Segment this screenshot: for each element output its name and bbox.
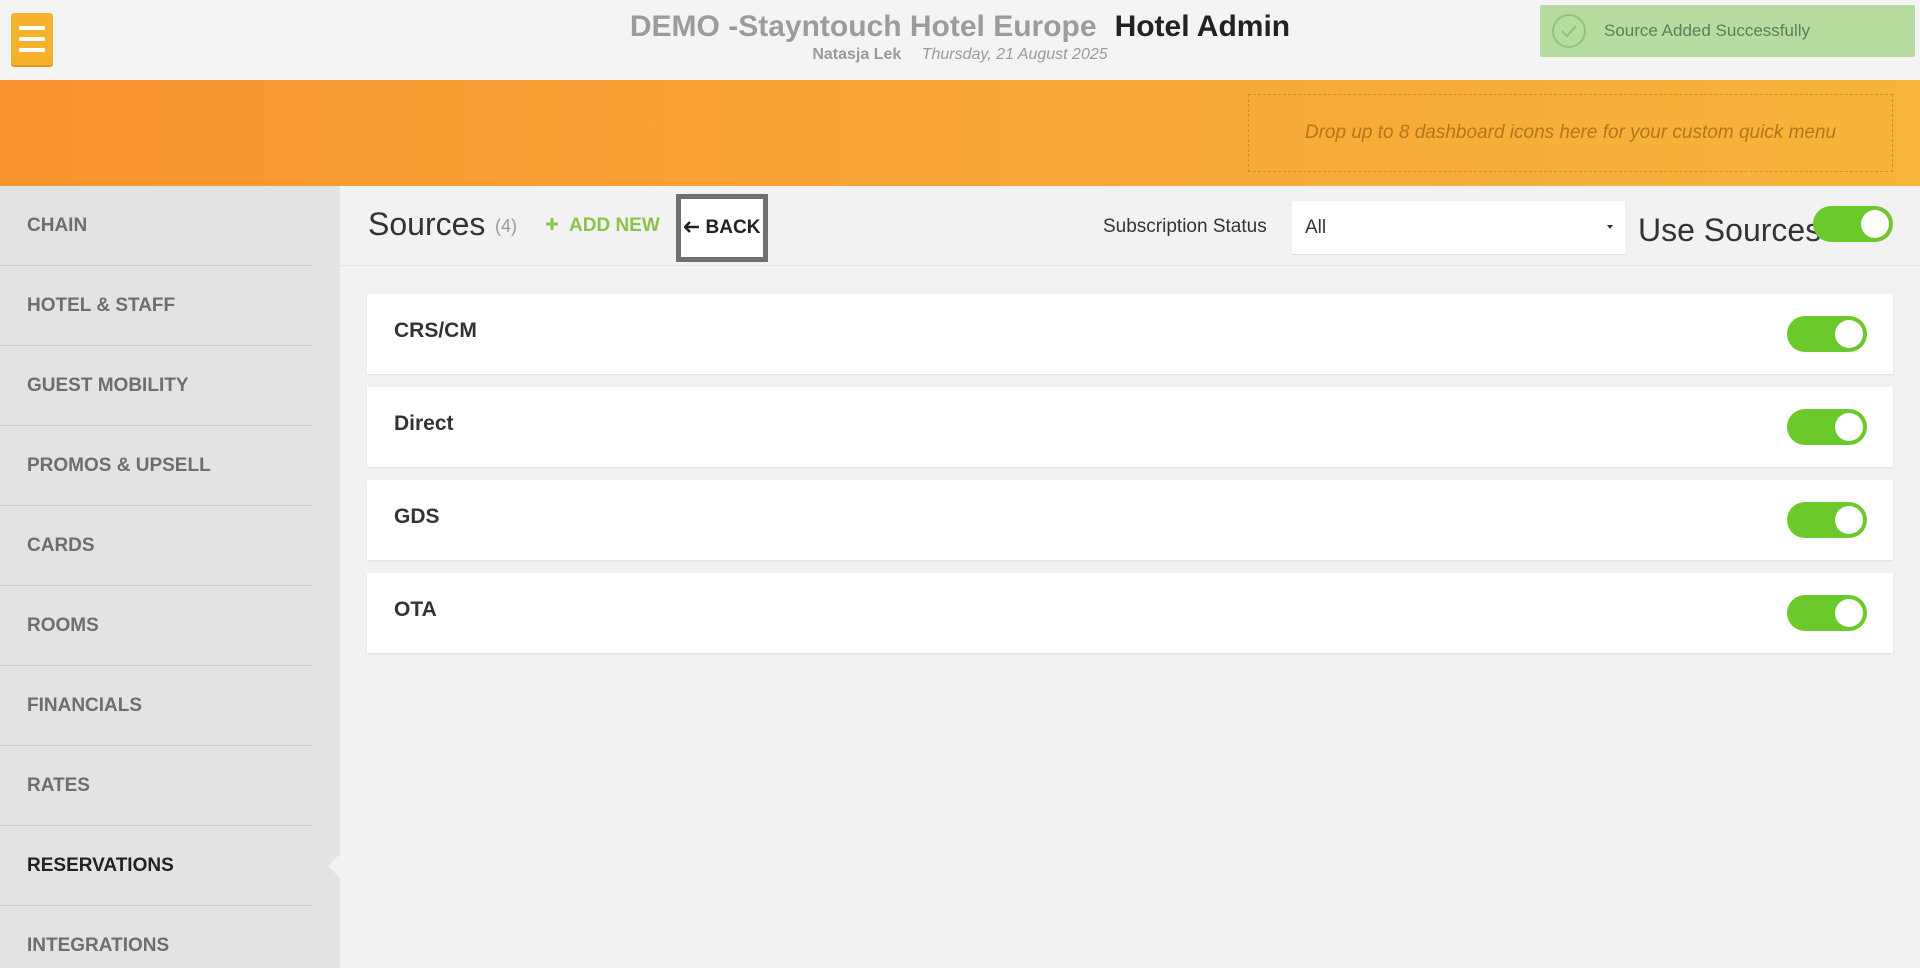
caret-down-icon [1607,225,1613,229]
back-button[interactable]: BACK [676,194,768,262]
sidebar-item-rates[interactable]: RATES [0,746,312,826]
sidebar-item-reservations[interactable]: RESERVATIONS [0,826,312,906]
sidebar-item-rooms[interactable]: ROOMS [0,586,312,666]
subscription-status-select[interactable]: All [1292,201,1625,255]
toggle-knob [1835,320,1863,348]
source-row[interactable]: CRS/CM [367,294,1893,374]
admin-sidebar: CHAIN HOTEL & STAFF GUEST MOBILITY PROMO… [0,186,340,968]
source-toggle[interactable] [1787,316,1867,352]
sources-toolbar: Sources (4) ADD NEW BACK Subscription St… [340,186,1920,266]
sidebar-item-promos-upsell[interactable]: PROMOS & UPSELL [0,426,312,506]
success-toast: Source Added Successfully [1540,5,1915,57]
source-toggle[interactable] [1787,595,1867,631]
toggle-knob [1835,413,1863,441]
toggle-knob [1835,599,1863,627]
toggle-knob [1835,506,1863,534]
arrow-left-icon [682,217,700,239]
sidebar-item-integrations[interactable]: INTEGRATIONS [0,906,312,968]
top-header: DEMO -Stayntouch Hotel Europe Hotel Admin… [0,0,1920,80]
plus-icon [545,215,559,237]
source-name: OTA [394,598,437,621]
use-sources-toggle[interactable] [1813,206,1893,242]
main-content: Sources (4) ADD NEW BACK Subscription St… [340,186,1920,968]
add-new-label: ADD NEW [569,215,660,236]
sidebar-item-chain[interactable]: CHAIN [0,186,312,266]
user-name: Natasja Lek [812,46,902,63]
sidebar-item-guest-mobility[interactable]: GUEST MOBILITY [0,346,312,426]
business-date: Thursday, 21 August 2025 [921,46,1108,63]
page-title: Sources [368,206,486,242]
quick-menu-dropzone[interactable]: Drop up to 8 dashboard icons here for yo… [1248,94,1893,172]
hotel-name: DEMO -Stayntouch Hotel Europe [629,10,1097,43]
add-new-button[interactable]: ADD NEW [545,215,660,237]
toast-message: Source Added Successfully [1604,21,1811,40]
checkmark-icon [1552,14,1586,48]
app-title: Hotel Admin [1114,10,1291,43]
sidebar-item-hotel-staff[interactable]: HOTEL & STAFF [0,266,312,346]
source-toggle[interactable] [1787,409,1867,445]
source-row[interactable]: Direct [367,387,1893,467]
subscription-status-label: Subscription Status [1103,216,1267,237]
back-label: BACK [705,217,761,238]
quick-menu-banner: Drop up to 8 dashboard icons here for yo… [0,80,1920,186]
source-row[interactable]: GDS [367,480,1893,560]
source-toggle[interactable] [1787,502,1867,538]
source-name: Direct [394,412,454,435]
active-item-pointer [328,854,340,878]
source-row[interactable]: OTA [367,573,1893,653]
sidebar-item-financials[interactable]: FINANCIALS [0,666,312,746]
source-name: GDS [394,505,440,528]
source-name: CRS/CM [394,319,477,342]
toggle-knob [1861,210,1889,238]
use-sources-label: Use Sources [1638,212,1822,248]
subscription-status-value: All [1305,216,1327,238]
sidebar-item-cards[interactable]: CARDS [0,506,312,586]
sources-count: (4) [495,216,517,236]
